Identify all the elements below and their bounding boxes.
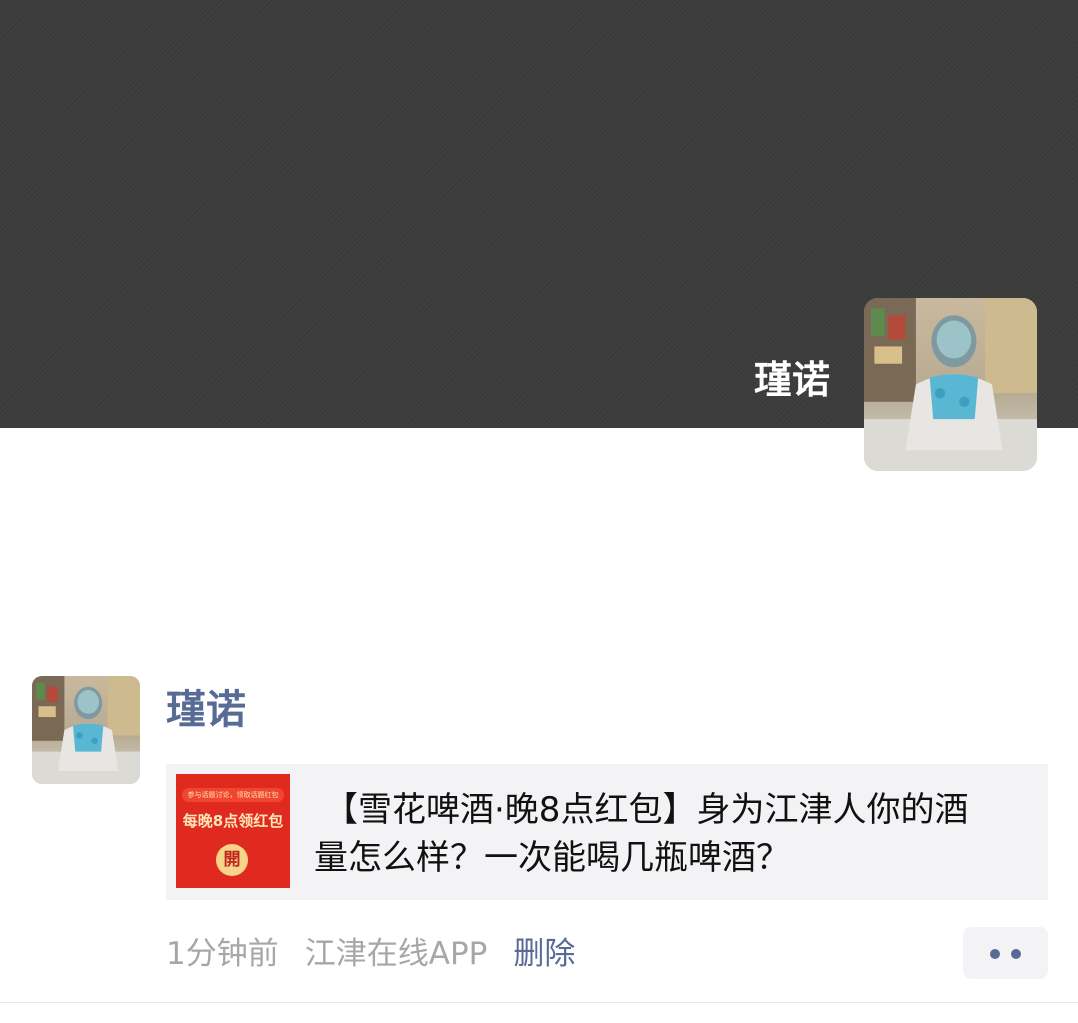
red-packet-open-icon: 開 (216, 844, 248, 876)
divider (0, 1002, 1078, 1003)
link-title: 【雪花啤酒·晚8点红包】身为江津人你的酒 量怎么样？一次能喝几瓶啤酒？ (314, 786, 1034, 882)
link-title-line-1: 【雪花啤酒·晚8点红包】身为江津人你的酒 (324, 790, 969, 830)
thumbnail-banner: 参与话题讨论，领取话题红包 (182, 788, 284, 802)
link-title-line-2: 量怎么样？一次能喝几瓶啤酒？ (314, 838, 790, 878)
author-avatar[interactable] (32, 676, 140, 784)
profile-avatar[interactable] (864, 298, 1037, 471)
more-dots-icon (990, 949, 1000, 959)
link-thumbnail: 参与话题讨论，领取话题红包 每晚8点领红包 開 (176, 774, 290, 888)
post-meta: 1分钟前 江津在线APP 删除 (166, 930, 575, 978)
post-time: 1分钟前 (166, 936, 279, 972)
more-dots-icon-2 (1011, 949, 1021, 959)
post-source[interactable]: 江津在线APP (305, 936, 488, 972)
more-actions-button[interactable] (963, 927, 1048, 979)
post-author-name[interactable]: 瑾诺 (166, 682, 246, 738)
cover-user-name[interactable]: 瑾诺 (754, 352, 830, 408)
thumbnail-title: 每晚8点领红包 (182, 812, 284, 830)
delete-button[interactable]: 删除 (513, 936, 575, 972)
shared-link-card[interactable]: 参与话题讨论，领取话题红包 每晚8点领红包 開 【雪花啤酒·晚8点红包】身为江津… (166, 764, 1048, 900)
